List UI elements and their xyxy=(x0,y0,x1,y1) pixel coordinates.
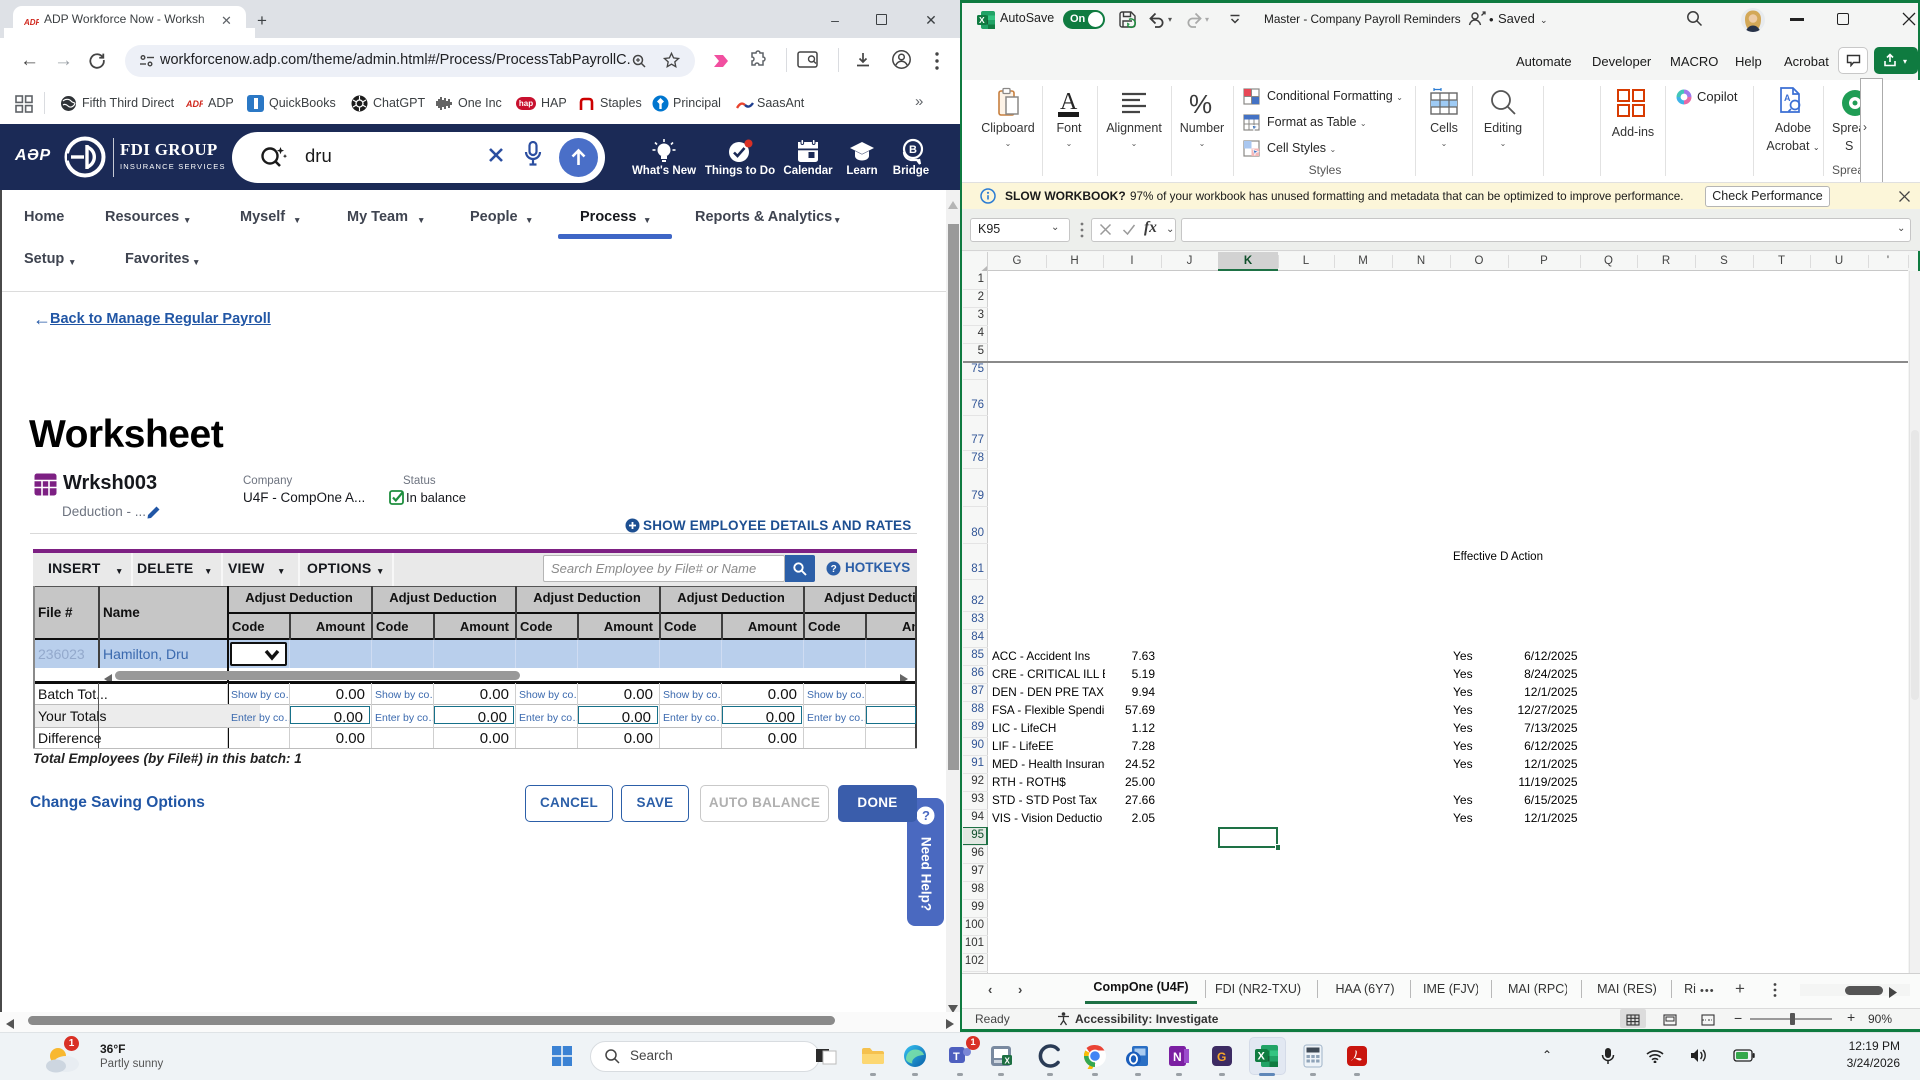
svg-text:X: X xyxy=(1258,1051,1266,1063)
svg-text:ADP: ADP xyxy=(186,99,203,109)
svg-text:?: ? xyxy=(922,808,930,823)
svg-text:T: T xyxy=(953,1051,960,1063)
svg-text:N: N xyxy=(1173,1050,1182,1064)
svg-text:G: G xyxy=(1217,1050,1226,1064)
svg-text:X: X xyxy=(979,15,985,25)
svg-text:A: A xyxy=(1784,93,1791,103)
svg-text:%: % xyxy=(1189,89,1212,119)
svg-text:X: X xyxy=(1005,1057,1011,1066)
svg-text:ADP: ADP xyxy=(24,18,39,27)
svg-text:A: A xyxy=(1060,89,1078,115)
svg-text:B: B xyxy=(909,144,917,156)
svg-text:?: ? xyxy=(831,564,837,575)
